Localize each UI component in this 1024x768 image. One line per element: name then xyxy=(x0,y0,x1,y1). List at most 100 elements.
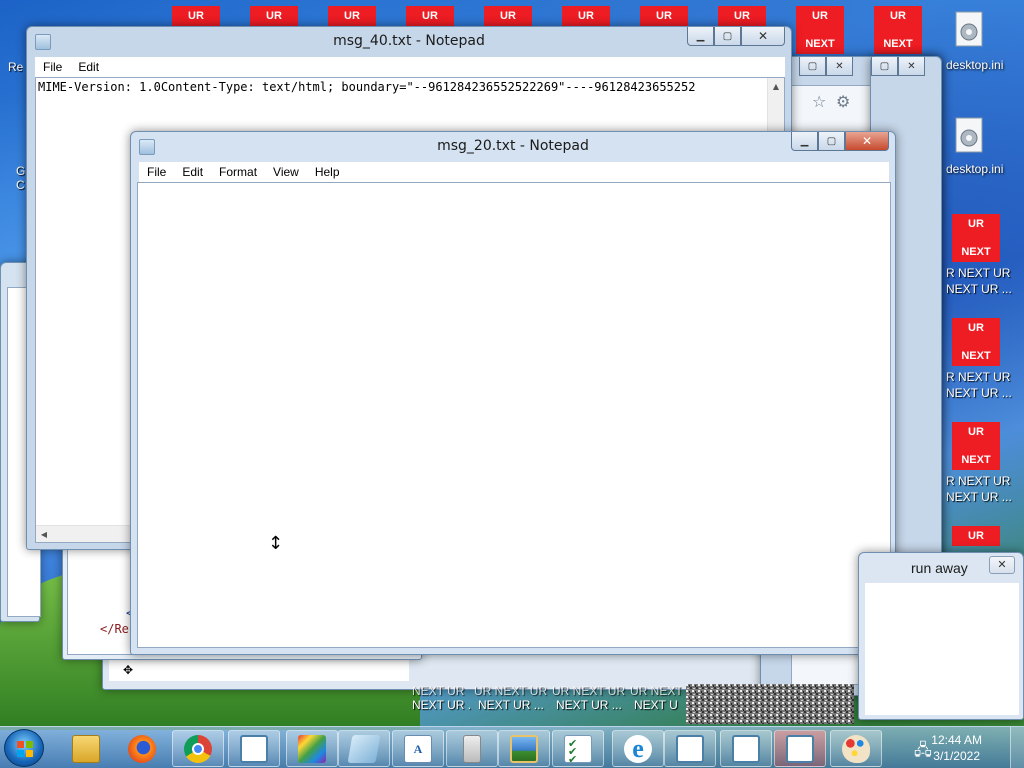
internet-explorer-icon: e xyxy=(624,734,652,763)
red-tile[interactable]: UR xyxy=(640,6,688,26)
notepad-window-msg20[interactable]: msg_20.txt - Notepad ▁ ▢ ✕ File Edit For… xyxy=(130,131,896,655)
run-away-client xyxy=(865,583,1019,715)
menu-view[interactable]: View xyxy=(265,165,307,179)
scroll-left-icon[interactable]: ◀ xyxy=(36,526,52,542)
red-tile[interactable]: UR NEXT xyxy=(952,422,1000,470)
scroll-up-icon[interactable]: ▲ xyxy=(768,78,784,94)
red-tile[interactable]: UR xyxy=(250,6,298,26)
maximize-button[interactable]: ▢ xyxy=(714,27,741,46)
notepad-icon xyxy=(786,734,814,763)
taskbar-notepad-button[interactable] xyxy=(774,730,826,767)
paint-icon xyxy=(298,734,326,763)
desktop-ini-label[interactable]: desktop.ini xyxy=(946,162,1003,177)
taskbar: A ✔ ✔ ✔ e 🖧 12:44 AM 3/1/2022 xyxy=(0,726,1024,768)
restore-button[interactable]: ▢ xyxy=(799,57,826,76)
menu-file[interactable]: File xyxy=(35,60,70,74)
tile-label-top: UR xyxy=(422,10,438,22)
clock[interactable]: 12:44 AM 3/1/2022 xyxy=(931,732,982,764)
tile-label-bottom: NEXT xyxy=(805,38,835,50)
red-tile[interactable]: UR xyxy=(562,6,610,26)
run-away-window[interactable]: run away ✕ xyxy=(858,552,1024,720)
show-desktop-button[interactable] xyxy=(1010,727,1024,768)
clock-time: 12:44 AM xyxy=(931,733,982,747)
red-tile[interactable]: UR NEXT xyxy=(796,6,844,54)
red-tile[interactable]: UR xyxy=(484,6,532,26)
window-title: msg_20.txt - Notepad xyxy=(437,138,589,154)
minimize-button[interactable]: ▁ xyxy=(791,132,818,151)
gear-file-icon[interactable] xyxy=(952,116,986,154)
close-button[interactable]: ✕ xyxy=(989,556,1015,574)
taskbar-ie-button[interactable]: e xyxy=(612,730,664,767)
desktop-ini-label[interactable]: desktop.ini xyxy=(946,58,1003,73)
taskbar-tasklist-button[interactable]: ✔ ✔ ✔ xyxy=(552,730,604,767)
notepad-icon xyxy=(676,734,704,763)
close-button[interactable]: ✕ xyxy=(741,27,785,46)
static-noise-image xyxy=(686,684,854,724)
close-button[interactable]: ✕ xyxy=(826,57,853,76)
tile-label-top: UR xyxy=(266,10,282,22)
desktop-label: NEXT UR ... xyxy=(946,282,1012,296)
tile-label-top: UR xyxy=(500,10,516,22)
start-button[interactable] xyxy=(4,729,44,767)
resize-cursor-icon: ↕ xyxy=(268,533,284,554)
close-button[interactable]: ✕ xyxy=(845,132,889,151)
taskbar-notepad-button[interactable] xyxy=(720,730,772,767)
star-icon[interactable]: ☆ xyxy=(812,92,826,111)
desktop-label: UR NEXT UR xyxy=(630,684,682,698)
desktop-label: R NEXT UR xyxy=(946,370,1011,384)
minimize-button[interactable]: ▁ xyxy=(687,27,714,46)
taskbar-notepad-button[interactable] xyxy=(228,730,280,767)
windows-logo-icon xyxy=(17,741,33,757)
tile-label-bottom: NEXT xyxy=(883,38,913,50)
taskbar-image-viewer-button[interactable] xyxy=(498,730,550,767)
folder-icon xyxy=(72,734,100,763)
red-tile[interactable]: UR NEXT xyxy=(952,214,1000,262)
gear-icon[interactable]: ⚙ xyxy=(836,92,850,111)
taskbar-explorer-button[interactable] xyxy=(60,730,112,767)
taskbar-paint-button[interactable] xyxy=(286,730,338,767)
notepad-icon xyxy=(347,734,381,763)
network-icon[interactable]: 🖧 xyxy=(914,739,932,766)
maximize-button[interactable]: ▢ xyxy=(818,132,845,151)
red-tile[interactable]: UR xyxy=(328,6,376,26)
tile-label-top: UR xyxy=(968,530,984,542)
red-tile[interactable]: UR xyxy=(406,6,454,26)
code-fragment: </Re xyxy=(100,622,129,636)
menu-help[interactable]: Help xyxy=(307,165,348,179)
taskbar-wordpad-button[interactable]: A xyxy=(392,730,444,767)
tile-label-top: UR xyxy=(890,10,906,22)
taskbar-notepad-button[interactable] xyxy=(338,730,390,767)
menu-edit[interactable]: Edit xyxy=(174,165,211,179)
desktop-label: NEXT UR ... xyxy=(478,698,544,712)
notepad-icon xyxy=(240,734,268,763)
menu-file[interactable]: File xyxy=(139,165,174,179)
menu-bar: File Edit Format View Help xyxy=(139,162,889,182)
red-tile[interactable]: UR xyxy=(952,526,1000,546)
caption-buttons: ▁ ▢ ✕ xyxy=(791,132,889,152)
red-tile[interactable]: UR xyxy=(718,6,766,26)
desktop-label: NEXT UR ... xyxy=(946,386,1012,400)
taskbar-chrome-button[interactable] xyxy=(172,730,224,767)
taskbar-firefox-button[interactable] xyxy=(116,730,168,767)
menu-format[interactable]: Format xyxy=(211,165,265,179)
text-area[interactable]: ↕ xyxy=(137,182,891,648)
red-tile[interactable]: UR NEXT xyxy=(952,318,1000,366)
desktop-label: NEXT UR ... xyxy=(412,698,472,712)
close-button[interactable]: ✕ xyxy=(898,57,925,76)
firefox-icon xyxy=(128,734,156,763)
red-tile[interactable]: UR xyxy=(172,6,220,26)
gear-file-icon[interactable] xyxy=(952,10,986,48)
taskbar-paint-button[interactable] xyxy=(830,730,882,767)
restore-button[interactable]: ▢ xyxy=(871,57,898,76)
menu-edit[interactable]: Edit xyxy=(70,60,107,74)
tile-label-top: UR xyxy=(968,322,984,334)
palette-icon xyxy=(842,734,870,763)
tile-label-top: UR xyxy=(734,10,750,22)
tile-label-bottom: NEXT xyxy=(961,454,991,466)
taskbar-notepad-button[interactable] xyxy=(664,730,716,767)
file-cabinet-icon xyxy=(463,734,481,763)
desktop-label: R NEXT UR xyxy=(946,474,1011,488)
taskbar-file-button[interactable] xyxy=(446,730,498,767)
menu-bar: File Edit xyxy=(35,57,785,77)
red-tile[interactable]: UR NEXT xyxy=(874,6,922,54)
